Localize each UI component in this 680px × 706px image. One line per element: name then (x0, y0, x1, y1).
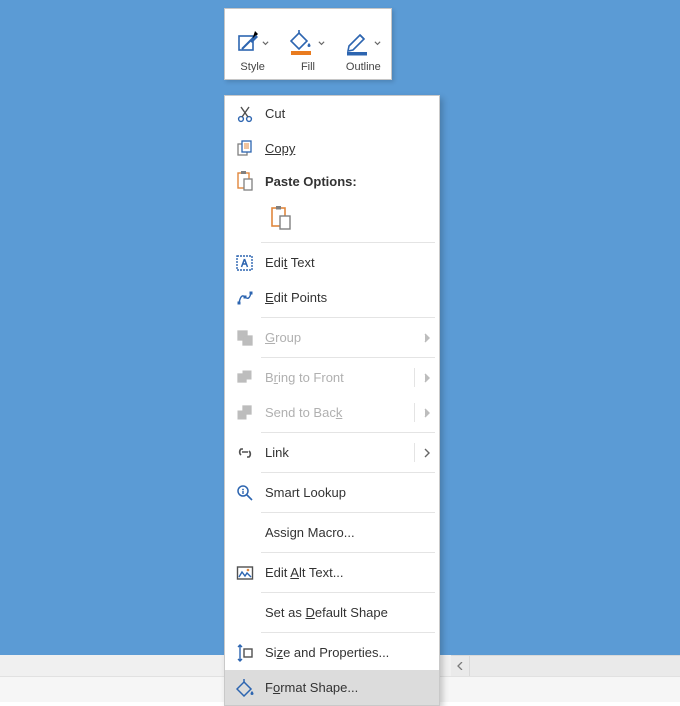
outline-icon (346, 30, 372, 56)
menu-separator (261, 512, 435, 513)
scroll-left-button[interactable] (451, 656, 470, 676)
chevron-down-icon (262, 40, 269, 47)
split-divider (414, 403, 415, 422)
menu-label: Edit Alt Text... (265, 565, 439, 580)
menu-label: Paste Options: (265, 174, 357, 189)
paste-option-default[interactable] (265, 202, 297, 234)
submenu-arrow-icon (415, 373, 439, 383)
menu-label: Set as Default Shape (265, 605, 439, 620)
menu-label: Send to Back (265, 405, 415, 420)
alt-text-icon (225, 564, 265, 582)
menu-label: Assign Macro... (265, 525, 439, 540)
menu-separator (261, 472, 435, 473)
menu-label: Copy (265, 141, 295, 156)
menu-link[interactable]: Link (225, 435, 439, 470)
format-shape-icon (225, 679, 265, 697)
fill-icon (290, 30, 316, 56)
menu-separator (261, 317, 435, 318)
submenu-arrow-icon (415, 333, 439, 343)
menu-size-and-properties[interactable]: Size and Properties... (225, 635, 439, 670)
menu-label: Bring to Front (265, 370, 415, 385)
menu-label: Edit Text (265, 255, 439, 270)
submenu-arrow-icon (415, 408, 439, 418)
chevron-down-icon (318, 40, 325, 47)
menu-label: Group (265, 330, 415, 345)
style-label: Style (240, 61, 264, 73)
menu-bring-to-front: Bring to Front (225, 360, 439, 395)
group-icon (225, 329, 265, 347)
menu-cut[interactable]: Cut (225, 96, 439, 131)
context-menu: Cut Copy Paste Options: (224, 95, 440, 706)
outline-button[interactable]: Outline (336, 9, 391, 79)
menu-label: Format Shape... (265, 680, 439, 695)
link-icon (225, 444, 265, 462)
menu-smart-lookup[interactable]: Smart Lookup (225, 475, 439, 510)
smart-lookup-icon (225, 484, 265, 502)
menu-edit-alt-text[interactable]: Edit Alt Text... (225, 555, 439, 590)
shape-mini-toolbar: Style Fill (224, 8, 392, 80)
menu-send-to-back: Send to Back (225, 395, 439, 430)
edit-points-icon (225, 289, 265, 307)
menu-label: Edit Points (265, 290, 439, 305)
edit-text-icon (225, 254, 265, 272)
menu-label: Size and Properties... (265, 645, 439, 660)
menu-separator (261, 552, 435, 553)
menu-separator (261, 357, 435, 358)
clipboard-icon (270, 206, 292, 230)
paste-options-row (225, 196, 439, 240)
split-divider (414, 368, 415, 387)
menu-group: Group (225, 320, 439, 355)
horizontal-scrollbar[interactable] (451, 655, 680, 677)
menu-label: Smart Lookup (265, 485, 346, 500)
size-icon (225, 644, 265, 662)
cut-icon (225, 105, 265, 123)
split-divider (414, 443, 415, 462)
menu-separator (261, 432, 435, 433)
outline-label: Outline (346, 61, 381, 73)
menu-edit-points[interactable]: Edit Points (225, 280, 439, 315)
style-icon (236, 31, 260, 55)
fill-button[interactable]: Fill (280, 9, 335, 79)
send-back-icon (225, 404, 265, 422)
menu-separator (261, 592, 435, 593)
menu-label: Link (265, 445, 289, 460)
submenu-arrow-icon (415, 448, 439, 458)
menu-paste-options-header: Paste Options: (225, 166, 439, 196)
menu-edit-text[interactable]: Edit Text (225, 245, 439, 280)
menu-assign-macro[interactable]: Assign Macro... (225, 515, 439, 550)
menu-format-shape[interactable]: Format Shape... (225, 670, 439, 705)
menu-set-default-shape[interactable]: Set as Default Shape (225, 595, 439, 630)
bring-front-icon (225, 369, 265, 387)
menu-separator (261, 242, 435, 243)
fill-label: Fill (301, 61, 315, 73)
menu-separator (261, 632, 435, 633)
paste-icon (225, 171, 265, 191)
chevron-down-icon (374, 40, 381, 47)
copy-icon (225, 140, 265, 158)
menu-copy[interactable]: Copy (225, 131, 439, 166)
style-button[interactable]: Style (225, 9, 280, 79)
menu-label: Cut (265, 106, 285, 121)
